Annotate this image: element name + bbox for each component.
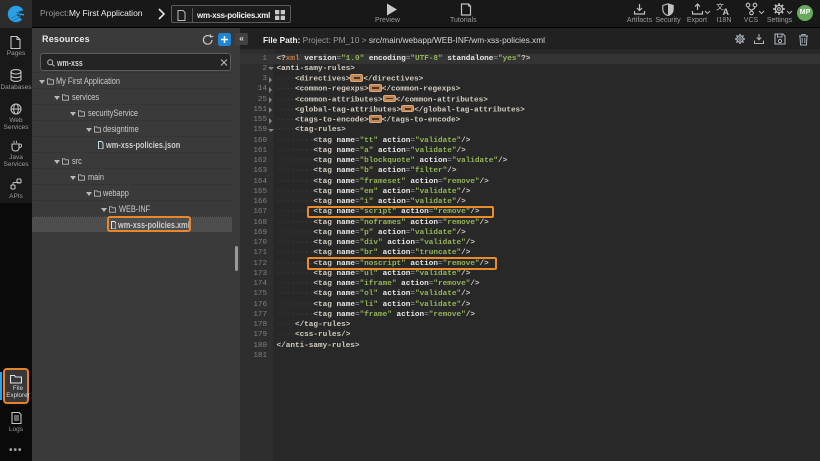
svg-text:A: A	[723, 7, 730, 16]
